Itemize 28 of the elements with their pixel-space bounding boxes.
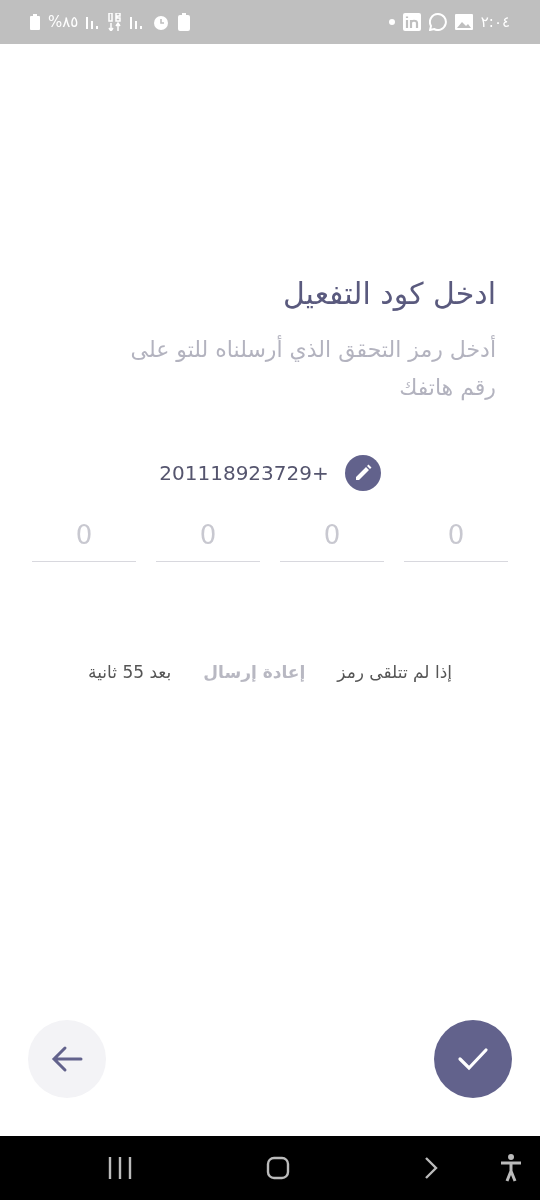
- battery-level: %٨٥: [48, 13, 79, 31]
- back-nav-button[interactable]: [424, 1156, 438, 1180]
- linkedin-icon: [402, 13, 421, 31]
- accessibility-icon: [500, 1154, 522, 1182]
- checkmark-icon: [457, 1046, 489, 1072]
- signal-icon: [130, 15, 145, 29]
- resend-prompt: إذا لم تتلقى رمز: [337, 662, 452, 682]
- phone-number: 201118923729+: [159, 461, 329, 485]
- countdown-text: بعد 55 ثانية: [88, 662, 172, 682]
- edit-button[interactable]: [344, 455, 381, 491]
- home-icon: [266, 1156, 290, 1180]
- alarm-icon: [152, 13, 171, 31]
- dot-icon: [388, 19, 395, 25]
- accessibility-button[interactable]: [500, 1154, 522, 1182]
- status-time: ٢:٠٤: [480, 13, 510, 31]
- chevron-right-icon: [424, 1156, 438, 1180]
- data-icon: [108, 13, 123, 31]
- arrow-left-icon: [51, 1045, 83, 1073]
- chat-bubble-icon: [428, 13, 447, 31]
- recent-apps-button[interactable]: [108, 1157, 132, 1179]
- image-icon: [454, 14, 473, 30]
- battery-icon: [30, 14, 40, 30]
- home-button[interactable]: [266, 1156, 290, 1180]
- recent-apps-icon: [108, 1157, 132, 1179]
- page-title: ادخل كود التفعيل: [282, 276, 496, 311]
- signal-icon: [86, 15, 101, 29]
- instruction-text: أدخل رمز التحقق الذي أرسلناه للتو على رقم هاتفك: [129, 334, 496, 403]
- battery-saver-icon: [178, 13, 191, 31]
